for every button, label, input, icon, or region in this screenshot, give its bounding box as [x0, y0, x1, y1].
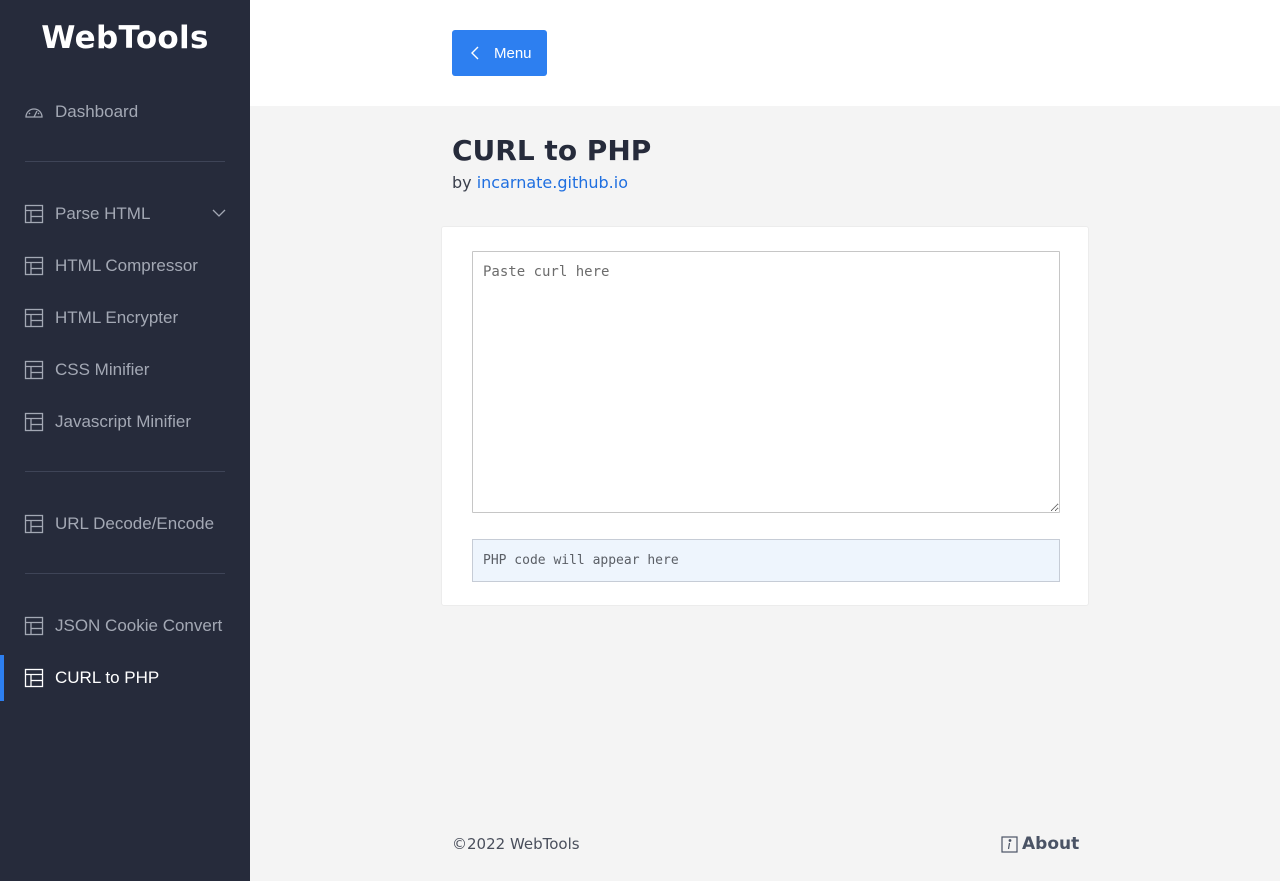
- about-label: About: [1022, 834, 1080, 854]
- chevron-left-icon: [470, 45, 482, 61]
- sidebar-item-html-compressor[interactable]: HTML Compressor: [0, 243, 250, 289]
- page-title: CURL to PHP: [452, 134, 652, 167]
- menu-button-label: Menu: [494, 44, 532, 62]
- sidebar-item-html-encrypter[interactable]: HTML Encrypter: [0, 295, 250, 341]
- sidebar-item-css-minifier[interactable]: CSS Minifier: [0, 347, 250, 393]
- sidebar-divider: [25, 471, 225, 472]
- top-bar: Menu: [250, 0, 1280, 106]
- byline: by incarnate.github.io: [452, 173, 628, 192]
- sidebar: WebTools Dashboard Parse HTML HTML Compr…: [0, 0, 250, 881]
- info-icon: [1001, 835, 1018, 853]
- sidebar-item-curl-to-php[interactable]: CURL to PHP: [0, 655, 250, 701]
- sidebar-item-label: JSON Cookie Convert: [55, 616, 223, 635]
- copyright-text: ©2022 WebTools: [452, 835, 580, 853]
- about-link[interactable]: About: [1001, 834, 1079, 854]
- converter-card: PHP code will appear here: [441, 226, 1089, 606]
- table-icon: [24, 360, 44, 380]
- table-icon: [24, 668, 44, 688]
- menu-button[interactable]: Menu: [452, 30, 547, 76]
- sidebar-item-label: HTML Compressor: [55, 256, 198, 275]
- sidebar-item-javascript-minifier[interactable]: Javascript Minifier: [0, 399, 250, 445]
- sidebar-item-label: HTML Encrypter: [55, 308, 179, 327]
- byline-prefix: by: [452, 173, 472, 192]
- chevron-down-icon[interactable]: [212, 205, 226, 219]
- php-output[interactable]: PHP code will appear here: [472, 539, 1060, 582]
- sidebar-item-url-decode-encode[interactable]: URL Decode/Encode: [0, 501, 250, 547]
- sidebar-item-label: CURL to PHP: [55, 668, 160, 687]
- curl-input[interactable]: [472, 251, 1060, 513]
- brand-logo[interactable]: WebTools: [0, 20, 250, 56]
- table-icon: [24, 256, 44, 276]
- sidebar-item-parse-html[interactable]: Parse HTML: [0, 191, 250, 237]
- sidebar-item-label: Javascript Minifier: [55, 412, 192, 431]
- table-icon: [24, 412, 44, 432]
- sidebar-item-json-cookie-convert[interactable]: JSON Cookie Convert: [0, 603, 250, 649]
- dashboard-icon: [24, 102, 44, 122]
- sidebar-divider: [25, 573, 225, 574]
- table-icon: [24, 514, 44, 534]
- table-icon: [24, 308, 44, 328]
- author-link[interactable]: incarnate.github.io: [477, 173, 628, 192]
- sidebar-item-label: URL Decode/Encode: [55, 514, 215, 533]
- sidebar-item-label: Parse HTML: [55, 204, 151, 223]
- sidebar-divider: [25, 161, 225, 162]
- sidebar-item-dashboard[interactable]: Dashboard: [0, 89, 250, 135]
- sidebar-item-label: Dashboard: [55, 102, 139, 121]
- table-icon: [24, 616, 44, 636]
- table-icon: [24, 204, 44, 224]
- sidebar-item-label: CSS Minifier: [55, 360, 150, 379]
